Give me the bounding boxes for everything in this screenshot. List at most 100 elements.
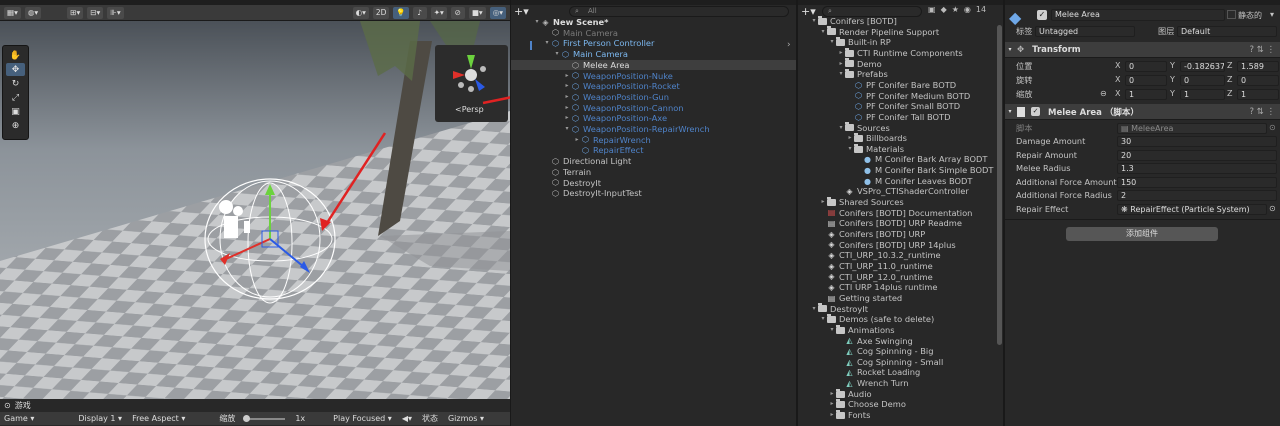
play-mode-dropdown[interactable]: Play Focused ▾ (333, 414, 392, 423)
foldout-arrow-icon[interactable]: ▾ (828, 37, 836, 48)
foldout-arrow-icon[interactable]: ▸ (573, 135, 581, 146)
snap-toggle-button[interactable]: ⊟▾ (87, 6, 104, 19)
add-component-button[interactable]: 添加组件 (1066, 227, 1218, 241)
hierarchy-item[interactable]: ▸ ⬡ WeaponPosition-Gun (511, 92, 796, 103)
project-item[interactable]: ◈ Conifers [BOTD] URP 14plus (798, 240, 955, 251)
aspect-dropdown[interactable]: Free Aspect ▾ (132, 414, 185, 423)
lighting-toggle-button[interactable]: 💡 (393, 6, 409, 19)
scale-z-field[interactable]: 1 (1237, 89, 1279, 100)
project-item[interactable]: ▾ Built-in RP (798, 37, 891, 48)
hierarchy-item[interactable]: ▸ ⬡ WeaponPosition-Axe (511, 113, 796, 124)
hierarchy-item[interactable]: ▾ ⬡ First Person Controller (511, 38, 796, 49)
project-item[interactable]: ▾ Materials (798, 143, 904, 155)
project-item[interactable]: ▾ DestroyIt (798, 303, 868, 315)
filter-icon[interactable]: ▣ (928, 5, 936, 14)
project-item[interactable]: ◈ CTI_URP_10.3.2_runtime (798, 250, 940, 261)
foldout-arrow-icon[interactable]: ▸ (837, 48, 845, 59)
melee-area-header[interactable]: ▾ ✓ Melee Area （脚本） ? ⇅ ⋮ (1005, 104, 1280, 120)
hidden-objects-button[interactable]: ⊘ (450, 6, 465, 19)
foldout-arrow-icon[interactable]: ▸ (563, 113, 571, 124)
2d-mode-button[interactable]: 2D (372, 6, 390, 19)
chevron-right-icon[interactable]: › (787, 40, 791, 50)
foldout-arrow-icon[interactable]: ▸ (563, 92, 571, 103)
project-item[interactable]: ▸ CTI Runtime Components (798, 47, 963, 59)
hierarchy-item[interactable]: ⬡ DestroyIt (511, 178, 796, 189)
hierarchy-item[interactable]: ⬡ Melee Area (511, 59, 796, 71)
tag-dropdown[interactable]: Untagged (1035, 26, 1135, 37)
project-item[interactable]: ▸ Demo (798, 58, 882, 70)
foldout-arrow-icon[interactable]: ▾ (846, 144, 854, 155)
draw-mode-button[interactable]: ▦▾ (4, 6, 21, 19)
gizmos-button[interactable]: Gizmos ▾ (448, 414, 484, 423)
hierarchy-item[interactable]: ⬡ RepairEffect (511, 145, 796, 156)
script-target-icon[interactable]: ⊙ (1269, 123, 1276, 132)
project-item[interactable]: ▤ Conifers [BOTD] Documentation (798, 208, 973, 219)
foldout-arrow-icon[interactable]: ▸ (819, 197, 827, 208)
project-item[interactable]: ▾ Demos (safe to delete) (798, 313, 934, 325)
stats-button[interactable]: 状态 (422, 413, 438, 424)
transform-header[interactable]: ▾ ✥ Transform ? ⇅ ⋮ (1005, 42, 1280, 58)
shading-mode-button[interactable]: ◐▾ (352, 6, 369, 19)
move-tool-icon[interactable]: ✥ (6, 63, 25, 76)
project-item[interactable]: ◭ Wrench Turn (798, 378, 908, 389)
scale-x-field[interactable]: 1 (1125, 89, 1167, 100)
project-item[interactable]: ◈ VSPro_CTIShaderController (798, 186, 968, 197)
project-scrollbar[interactable] (997, 25, 1002, 345)
foldout-arrow-icon[interactable]: ▾ (553, 49, 561, 60)
gizmos-dropdown-button[interactable]: ◎▾ (489, 6, 506, 19)
project-item[interactable]: ▾ Sources (798, 122, 890, 134)
rotation-z-field[interactable]: 0 (1237, 75, 1279, 86)
foldout-arrow-icon[interactable]: ▸ (828, 389, 836, 400)
hierarchy-item[interactable]: ▾ ⬡ WeaponPosition-RepairWrench (511, 124, 796, 135)
project-item[interactable]: ▸ Fonts (798, 409, 870, 421)
foldout-arrow-icon[interactable]: ▾ (543, 38, 551, 49)
project-item[interactable]: ▸ Choose Demo (798, 399, 906, 410)
rotation-y-field[interactable]: 0 (1180, 75, 1225, 86)
grid-toggle-button[interactable]: ⊞▾ (67, 6, 84, 19)
hierarchy-tab-strip[interactable] (511, 0, 796, 5)
project-item[interactable]: ● M Conifer Bark Array BODT (798, 154, 987, 165)
scale-y-field[interactable]: 1 (1180, 89, 1225, 100)
melee-field-value[interactable]: 30 (1117, 136, 1277, 147)
object-picker-icon[interactable]: ⊙ (1269, 204, 1276, 213)
melee-area-foldout-icon[interactable]: ▾ (1005, 108, 1015, 115)
game-tab[interactable]: ⊙ 游戏 (4, 400, 31, 411)
foldout-arrow-icon[interactable]: ▸ (846, 133, 854, 144)
project-item[interactable]: ▾ Render Pipeline Support (798, 26, 939, 38)
project-item[interactable]: ⬡ PF Conifer Bare BOTD (798, 80, 956, 91)
rotation-x-field[interactable]: 0 (1125, 75, 1167, 86)
foldout-arrow-icon[interactable]: ▾ (810, 16, 818, 27)
active-checkbox[interactable]: ✓ (1037, 10, 1047, 20)
rotate-tool-icon[interactable]: ↻ (6, 77, 25, 90)
project-item[interactable]: ▤ Getting started (798, 293, 902, 304)
static-dropdown-icon[interactable]: ▾ (1270, 10, 1274, 19)
hierarchy-item[interactable]: ▸ ⬡ RepairWrench (511, 135, 796, 146)
hierarchy-item[interactable]: ⬡ Directional Light (511, 156, 796, 167)
project-item[interactable]: ◈ Conifers [BOTD] URP (798, 229, 925, 240)
hierarchy-item[interactable]: ▾ ◈ New Scene* (511, 17, 796, 28)
hierarchy-item[interactable]: ▸ ⬡ WeaponPosition-Rocket (511, 81, 796, 92)
audio-toggle-button[interactable]: ♪ (412, 6, 427, 19)
mute-audio-icon[interactable]: ◀▾ (402, 414, 412, 423)
layer-dropdown[interactable]: Default (1177, 26, 1277, 37)
hierarchy-search-input[interactable]: ⌕ All (569, 6, 789, 17)
position-x-field[interactable]: 0 (1125, 61, 1167, 72)
foldout-arrow-icon[interactable]: ▾ (819, 27, 827, 38)
foldout-arrow-icon[interactable]: ▸ (837, 59, 845, 70)
global-toggle-button[interactable]: ◍▾ (24, 6, 42, 19)
hierarchy-item[interactable]: ▸ ⬡ WeaponPosition-Cannon (511, 103, 796, 114)
foldout-arrow-icon[interactable]: ▾ (533, 17, 541, 28)
project-item[interactable]: ◭ Cog Spinning - Small (798, 357, 943, 368)
project-item[interactable]: ◈ CTI URP 14plus runtime (798, 282, 937, 293)
project-item[interactable]: ▤ Conifers [BOTD] URP Readme (798, 218, 962, 229)
rect-tool-icon[interactable]: ▣ (6, 105, 25, 118)
scale-slider[interactable] (243, 414, 286, 422)
project-item[interactable]: ● M Conifer Leaves BODT (798, 176, 972, 187)
project-item[interactable]: ▾ Conifers [BOTD] (798, 15, 897, 27)
melee-field-value[interactable]: 20 (1117, 149, 1277, 161)
game-view-dropdown[interactable]: Game ▾ (4, 414, 34, 423)
transform-tool-icon[interactable]: ⊕ (6, 119, 25, 132)
project-item[interactable]: ▸ Billboards (798, 132, 907, 144)
transform-foldout-icon[interactable]: ▾ (1005, 46, 1015, 53)
project-item[interactable]: ● M Conifer Bark Simple BODT (798, 165, 993, 176)
